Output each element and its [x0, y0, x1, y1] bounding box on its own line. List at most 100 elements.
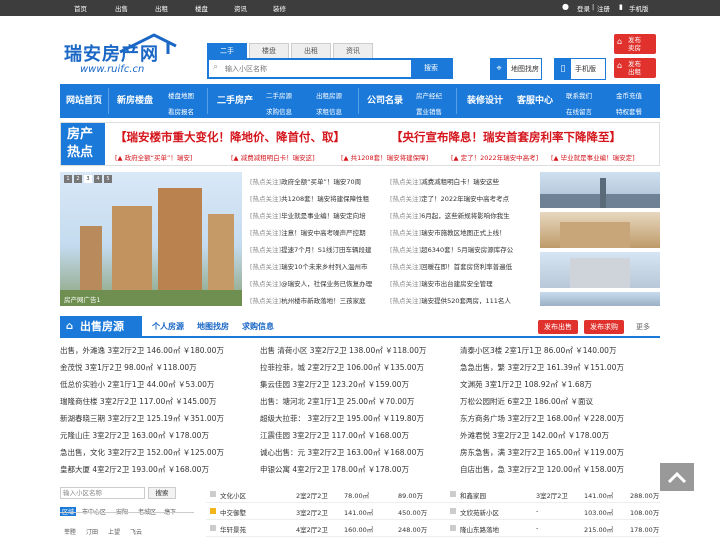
listing-item[interactable]: 集云佳园 3室2厅2卫 123.20㎡ ￥159.00万 — [260, 379, 409, 390]
nav-home[interactable]: 网站首页 — [60, 84, 108, 118]
hot-headline-1[interactable]: 【瑞安楼市重大变化！降地价、降首付、取】 — [115, 129, 345, 145]
headline-item[interactable]: [热点关注]减费减租明白卡！瑞安这些 — [390, 176, 499, 186]
listing-item[interactable]: 新湖春晓三期 3室2厅2卫 125.19㎡ ￥351.00万 — [60, 413, 224, 424]
area-chip[interactable]: 上望 — [108, 527, 120, 536]
listing-item[interactable]: 超级大拉菲： 3室2厅2卫 195.00㎡ ￥119.80万 — [260, 413, 424, 424]
headline-item[interactable]: [热点关注]杭州楼市新政落地！三孩家庭 — [250, 295, 366, 305]
listing-item[interactable]: 低总价实验小 2室1厅1卫 44.00㎡ ￥53.00万 — [60, 379, 214, 390]
area-search-button[interactable]: 搜索 — [148, 487, 176, 499]
area-search-input[interactable]: 输入小区名称 — [60, 487, 145, 499]
headline-item[interactable]: [热点关注]超6340套！5月瑞安房源库存公 — [390, 244, 513, 254]
headline-item[interactable]: [热点关注]共1208套！瑞安将建保障性租 — [250, 193, 369, 203]
listing-item[interactable]: 东方商务广场 3室2厅2卫 168.00㎡ ￥228.00万 — [460, 413, 624, 424]
nav-message[interactable]: 在线留言 — [566, 106, 592, 116]
top-link-estate[interactable]: 楼盘 — [195, 3, 208, 13]
search-tab-estate[interactable]: 楼盘 — [249, 43, 289, 58]
nav-viewing-signup[interactable]: 看房报名 — [168, 106, 194, 116]
nav-sales[interactable]: 置业销售 — [416, 106, 442, 116]
area-chip[interactable]: 汀田 — [86, 527, 98, 536]
tab-buy-requests[interactable]: 求购信息 — [242, 321, 274, 332]
listing-item[interactable]: 江震佳园 3室2厅2卫 117.00㎡ ￥168.00万 — [260, 430, 409, 441]
listing-item[interactable]: 申银公寓 4室2厅2卫 178.00㎡ ￥178.00万 — [260, 464, 409, 475]
tab-personal-listings[interactable]: 个人房源 — [152, 321, 184, 332]
hot-sub-5[interactable]: [▲ 毕业就是事业编！瑞安定] — [551, 152, 635, 162]
listing-item[interactable]: 元隆山庄 3室2厅2卫 163.00㎡ ￥178.00万 — [60, 430, 209, 441]
listing-item[interactable]: 急出售，文化 3室2厅2卫 152.00㎡ ￥125.00万 — [60, 447, 224, 458]
thumbnail-image[interactable] — [540, 172, 660, 208]
top-link-rent[interactable]: 出租 — [155, 3, 168, 13]
nav-rent-listings[interactable]: 出租房源 — [316, 90, 342, 100]
listing-item[interactable]: 自店出售，急 3室2厅2卫 120.00㎡ ￥158.00万 — [460, 464, 624, 475]
headline-item[interactable]: [热点关注]瑞安提供520套两房，111名人 — [390, 295, 511, 305]
nav-estate-map[interactable]: 楼盘地图 — [168, 90, 194, 100]
mobile-link[interactable]: 手机版 — [629, 3, 649, 13]
headline-item[interactable]: [热点关注]瑞安10个未来乡村列入温州市 — [250, 261, 367, 271]
table-cell[interactable]: 文化小区 — [220, 490, 246, 500]
headline-item[interactable]: [热点关注]政府全额“买单”！瑞安70周 — [250, 176, 361, 186]
area-chip[interactable]: 飞云 — [130, 527, 142, 536]
listing-item[interactable]: 出售：塘河北 2室1厅1卫 25.00㎡ ￥70.00万 — [260, 396, 414, 407]
more-link[interactable]: 更多 — [636, 322, 650, 332]
nav-packages[interactable]: 特权套餐 — [616, 106, 642, 116]
headline-item[interactable]: [热点关注]@瑞安人，社保业务已恢复办理 — [250, 278, 372, 288]
top-link-sale[interactable]: 出售 — [115, 3, 128, 13]
nav-contact[interactable]: 联系我们 — [566, 90, 592, 100]
thumbnail-image[interactable] — [540, 252, 660, 288]
login-link[interactable]: 登录 — [577, 3, 590, 13]
banner-slider[interactable]: 1 2 3 4 5 房产网广告1 — [60, 172, 242, 306]
slider-page-4[interactable]: 4 — [94, 175, 102, 183]
slider-page-3[interactable]: 3 — [84, 175, 92, 183]
nav-secondhand[interactable]: 二手房产 — [210, 84, 260, 118]
nav-agents[interactable]: 公司名录 — [360, 84, 410, 118]
post-rent-button[interactable]: ⌂ 发布 出租 — [614, 58, 656, 78]
post-buy-button[interactable]: 发布求购 — [584, 320, 624, 334]
thumbnail-image[interactable] — [540, 212, 660, 248]
table-cell[interactable]: 和鑫家园 — [460, 490, 486, 500]
headline-item[interactable]: [热点关注]提速7个月！S1线汀田车辆段建 — [250, 244, 371, 254]
listing-item[interactable]: 急急出售，繁 3室2厅2卫 161.39㎡ ￥151.00万 — [460, 362, 624, 373]
search-tab-secondhand[interactable]: 二手 — [207, 43, 247, 58]
table-cell[interactable]: 隆山东路落地 — [460, 524, 499, 534]
listing-item[interactable]: 出售 清荷小区 3室2厅2卫 138.00㎡ ￥118.00万 — [260, 345, 426, 356]
listing-item[interactable]: 金茂悦 3室1厅2卫 98.00㎡ ￥118.00万 — [60, 362, 197, 373]
hot-sub-1[interactable]: [▲ 政府全额“买单”！瑞安] — [115, 152, 192, 162]
table-cell[interactable]: 文欣苑新小区 — [460, 507, 499, 517]
tab-map-search[interactable]: 地图找房 — [197, 321, 229, 332]
hot-sub-4[interactable]: [▲ 定了！2022年瑞安中高考] — [451, 152, 538, 162]
post-sell-button[interactable]: ⌂ 发布 卖房 — [614, 34, 656, 54]
post-sale-button[interactable]: 发布出售 — [538, 320, 578, 334]
mobile-version-button[interactable]: ▯ 手机版 — [554, 58, 606, 80]
listing-item[interactable]: 房东急售，满 3室2厅2卫 165.00㎡ ￥119.00万 — [460, 447, 624, 458]
back-to-top-button[interactable] — [660, 463, 694, 491]
listing-item[interactable]: 瑞隆商住楼 3室2厅2卫 117.00㎡ ￥145.00万 — [60, 396, 216, 407]
listing-item[interactable]: 诚心出售：元 3室2厅2卫 163.00㎡ ￥168.00万 — [260, 447, 424, 458]
listing-item[interactable]: 外滩君悦 3室2厅2卫 142.00㎡ ￥178.00万 — [460, 430, 609, 441]
thumbnail-image[interactable] — [540, 292, 660, 306]
listing-item[interactable]: 万松公园附近 6室2卫 186.00㎡ ￥面议 — [460, 396, 593, 407]
listing-item[interactable]: 清泰小区3楼 2室1厅1卫 86.00㎡ ￥140.00万 — [460, 345, 616, 356]
site-logo[interactable]: 瑞安房产网 www.ruifc.cn — [62, 33, 192, 80]
top-link-decor[interactable]: 装修 — [273, 3, 286, 13]
area-chip[interactable]: 莘塍 — [64, 527, 76, 536]
register-link[interactable]: 注册 — [597, 3, 610, 13]
hot-headline-2[interactable]: 【央行宣布降息！瑞安首套房利率下降降至】 — [391, 129, 621, 145]
nav-service[interactable]: 客服中心 — [510, 84, 560, 118]
nav-decor[interactable]: 装修设计 — [460, 84, 510, 118]
listing-item[interactable]: 皇都大厦 4室2厅2卫 193.00㎡ ￥168.00万 — [60, 464, 209, 475]
map-search-button[interactable]: ⌖ 地图找房 — [490, 58, 542, 80]
slider-page-5[interactable]: 5 — [104, 175, 112, 183]
listing-item[interactable]: 文渊苑 3室1厅2卫 108.92㎡ ￥1.68万 — [460, 379, 592, 390]
slider-page-1[interactable]: 1 — [64, 175, 72, 183]
search-input[interactable] — [225, 63, 415, 76]
slider-page-2[interactable]: 2 — [74, 175, 82, 183]
table-cell[interactable]: 中交御墅 — [220, 507, 246, 517]
headline-item[interactable]: [热点关注]瑞安市出台建房安全管理 — [390, 278, 493, 288]
headline-item[interactable]: [热点关注]回暖在即！首套房贷利率普遍低 — [390, 261, 512, 271]
nav-buy-requests[interactable]: 求购信息 — [266, 106, 292, 116]
headline-item[interactable]: [热点关注]瑞安市施教区地图正式上线！ — [390, 227, 506, 237]
nav-rent-requests[interactable]: 求租信息 — [316, 106, 342, 116]
hot-sub-2[interactable]: [▲ 减费减租明白卡！瑞安这] — [231, 152, 315, 162]
top-link-news[interactable]: 资讯 — [234, 3, 247, 13]
nav-recharge[interactable]: 金币充值 — [616, 90, 642, 100]
search-button[interactable]: 搜索 — [411, 60, 451, 77]
